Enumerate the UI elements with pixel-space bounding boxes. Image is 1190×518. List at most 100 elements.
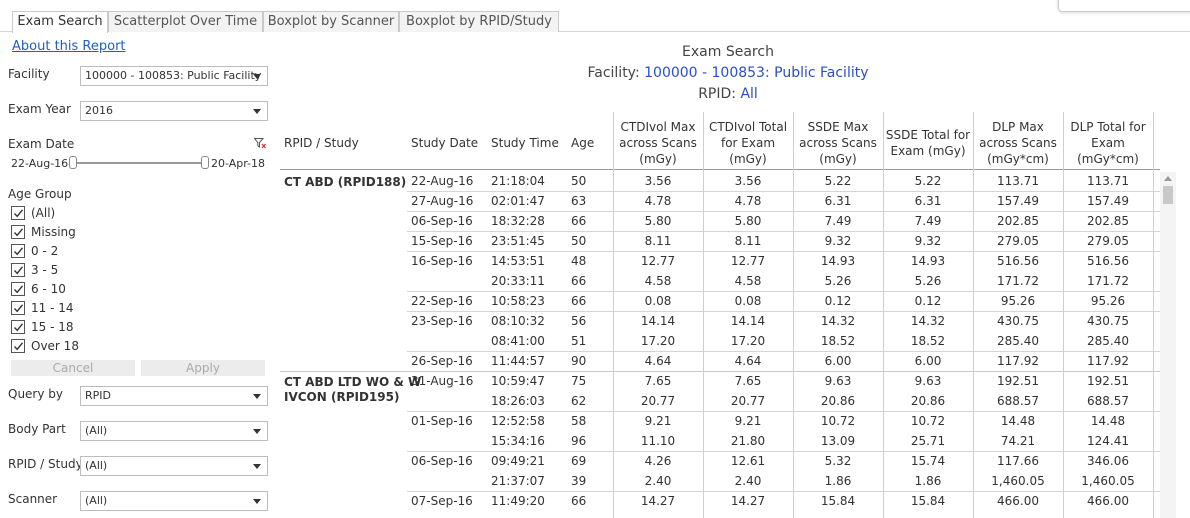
age-group-option[interactable]: Over 18 (11, 338, 211, 355)
col-dlp-max-cell: 279.05 (997, 234, 1039, 248)
col-study-time[interactable]: Study Time (491, 135, 559, 151)
table-row[interactable]: 06-Sep-16 18:32:28 66 5.80 5.80 7.49 7.49 202.8… (280, 211, 1160, 231)
col-rpid-study[interactable]: RPID / Study (284, 135, 359, 151)
table-row[interactable]: 08:41:00 51 17.20 17.20 18.52 18.52 285.40 285.… (280, 331, 1160, 351)
tab-boxplot-by-rpid-study[interactable]: Boxplot by RPID/Study (399, 11, 559, 32)
col-dlp-max[interactable]: DLP Max across Scans (mGy*cm) (973, 119, 1063, 167)
facility-select[interactable]: 100000 - 100853: Public Facility (80, 66, 268, 86)
table-row[interactable]: 15-Sep-16 23:51:45 50 8.11 8.11 9.32 9.32 279.0… (280, 231, 1160, 251)
col-ssde-total-cell: 5.22 (914, 174, 942, 188)
col-study-date[interactable]: Study Date (411, 135, 478, 151)
checkbox-checked-icon[interactable] (11, 320, 25, 334)
body-part-select[interactable]: (All) (80, 421, 268, 441)
facility-header-value: 100000 - 100853: Public Facility (644, 65, 869, 81)
table-row[interactable]: 06-Sep-16 09:49:21 69 4.26 12.61 5.32 15.74 117… (280, 451, 1160, 471)
table-row[interactable]: 21:37:07 39 2.40 2.40 1.86 1.86 1,460.05 1,460.… (280, 471, 1160, 491)
age-group-option[interactable]: 15 - 18 (11, 319, 211, 336)
date-range-slider-track[interactable] (72, 162, 206, 164)
col-ssde-total-cell: 6.00 (914, 354, 942, 368)
column-header-line: across Scans (619, 136, 697, 150)
checkbox-checked-icon[interactable] (11, 206, 25, 220)
clear-filter-icon[interactable] (254, 138, 266, 149)
table-row[interactable]: 23-Sep-16 08:10:32 56 14.14 14.14 14.32 14.32 4… (280, 311, 1160, 331)
col-ssde-total-cell: 15.74 (910, 454, 946, 468)
col-ctdivol-total-cell: 7.65 (734, 374, 762, 388)
col-dlp-max-cell: 74.21 (1000, 434, 1036, 448)
table-row[interactable]: 15:34:16 96 11.10 21.80 13.09 25.71 74.21 124.4… (280, 431, 1160, 451)
col-ssde-max-cell: 15.84 (820, 494, 856, 508)
tab-bar: Exam Search Scatterplot Over Time Boxplo… (0, 0, 1190, 33)
col-dlp-total[interactable]: DLP Total for Exam (mGy*cm) (1063, 119, 1153, 167)
date-range-end-handle[interactable] (201, 156, 209, 169)
col-dlp-max-cell: 117.92 (997, 354, 1039, 368)
age-cell: 66 (571, 294, 587, 308)
col-ctdivol-max-cell: 7.65 (644, 374, 672, 388)
column-header-line: for Exam (720, 136, 776, 150)
col-dlp-total-cell: 285.40 (1087, 334, 1129, 348)
study-date-cell: 16-Sep-16 (411, 254, 473, 268)
table-row[interactable]: 01-Sep-16 12:52:58 58 9.21 9.21 10.72 10.72 14.… (280, 411, 1160, 431)
scroll-up-icon[interactable] (1164, 176, 1172, 181)
study-date-cell: 22-Aug-16 (411, 174, 474, 188)
age-cell: 39 (571, 474, 587, 488)
checkbox-checked-icon[interactable] (11, 339, 25, 353)
col-ssde-max-cell: 10.72 (820, 414, 856, 428)
col-ctdivol-max[interactable]: CTDIvol Max across Scans (mGy) (613, 119, 703, 167)
checkbox-checked-icon[interactable] (11, 244, 25, 258)
table-scrollbar[interactable] (1160, 172, 1176, 518)
table-row[interactable]: 20:33:11 66 4.58 4.58 5.26 5.26 171.72 171.72 (280, 271, 1160, 291)
column-header-line: SSDE Max (807, 120, 869, 134)
query-by-select[interactable]: RPID (80, 386, 268, 406)
col-ctdivol-max-cell: 4.78 (644, 194, 672, 208)
table-row[interactable]: 27-Aug-16 02:01:47 63 4.78 4.78 6.31 6.31 157.4… (280, 191, 1160, 211)
col-ctdivol-total-cell: 8.11 (734, 234, 762, 248)
col-ssde-total-cell: 9.63 (914, 374, 942, 388)
cancel-button[interactable]: Cancel (11, 360, 135, 376)
col-dlp-total-cell: 202.85 (1087, 214, 1129, 228)
checkbox-checked-icon[interactable] (11, 301, 25, 315)
col-ssde-max-cell: 14.93 (820, 254, 856, 268)
exam-year-select[interactable]: 2016 (80, 101, 268, 121)
apply-button[interactable]: Apply (141, 360, 265, 376)
col-ctdivol-total-cell: 20.77 (730, 394, 766, 408)
tab-scatterplot-over-time[interactable]: Scatterplot Over Time (108, 11, 263, 32)
age-group-option[interactable]: 0 - 2 (11, 243, 211, 260)
col-ssde-max-cell: 20.86 (820, 394, 856, 408)
study-date-cell: 06-Sep-16 (411, 454, 473, 468)
age-group-option[interactable]: 6 - 10 (11, 281, 211, 298)
age-group-option[interactable]: Missing (11, 224, 211, 241)
checkbox-checked-icon[interactable] (11, 263, 25, 277)
col-age[interactable]: Age (571, 135, 594, 151)
age-group-option[interactable]: 3 - 5 (11, 262, 211, 279)
table-row[interactable]: 31-Aug-16 10:59:47 75 7.65 7.65 9.63 9.63 192.5… (280, 371, 1160, 391)
tab-exam-search[interactable]: Exam Search (12, 11, 108, 33)
column-header-line: (mGy*cm) (987, 152, 1049, 166)
table-row[interactable]: 22-Aug-16 21:18:04 50 3.56 3.56 5.22 5.22 113.7… (280, 171, 1160, 191)
age-cell: 66 (571, 214, 587, 228)
checkbox-checked-icon[interactable] (11, 225, 25, 239)
age-group-option[interactable]: (All) (11, 205, 211, 222)
column-header-line: (mGy) (639, 152, 677, 166)
rpid-study-select[interactable]: (All) (80, 456, 268, 476)
col-ctdivol-total[interactable]: CTDIvol Total for Exam (mGy) (703, 119, 793, 167)
column-header-line: CTDIvol Total (708, 120, 788, 134)
about-report-link[interactable]: About this Report (12, 39, 126, 54)
study-time-cell: 21:37:07 (491, 474, 545, 488)
table-row[interactable]: 22-Sep-16 10:58:23 66 0.08 0.08 0.12 0.12 95.26… (280, 291, 1160, 311)
col-dlp-total-cell: 192.51 (1087, 374, 1129, 388)
table-row[interactable]: 16-Sep-16 14:53:51 48 12.77 12.77 14.93 14.93 5… (280, 251, 1160, 271)
scanner-select[interactable]: (All) (80, 491, 268, 511)
scrollbar-thumb[interactable] (1163, 186, 1173, 204)
date-range-start-handle[interactable] (69, 156, 77, 169)
age-group-option[interactable]: 11 - 14 (11, 300, 211, 317)
tab-boxplot-by-scanner[interactable]: Boxplot by Scanner (263, 11, 399, 32)
col-ssde-total[interactable]: SSDE Total for Exam (mGy) (883, 127, 973, 159)
rpid-header: RPID: All (280, 86, 1176, 102)
col-ssde-max[interactable]: SSDE Max across Scans (mGy) (793, 119, 883, 167)
table-row[interactable]: 18:26:03 62 20.77 20.77 20.86 20.86 688.57 688.… (280, 391, 1160, 411)
checkbox-checked-icon[interactable] (11, 282, 25, 296)
table-row[interactable]: 26-Sep-16 11:44:57 90 4.64 4.64 6.00 6.00 117.9… (280, 351, 1160, 371)
table-row[interactable]: 07-Sep-16 11:49:20 66 14.27 14.27 15.84 15.84 4… (280, 491, 1160, 511)
col-ctdivol-max-cell: 17.20 (640, 334, 676, 348)
age-cell: 96 (571, 434, 587, 448)
